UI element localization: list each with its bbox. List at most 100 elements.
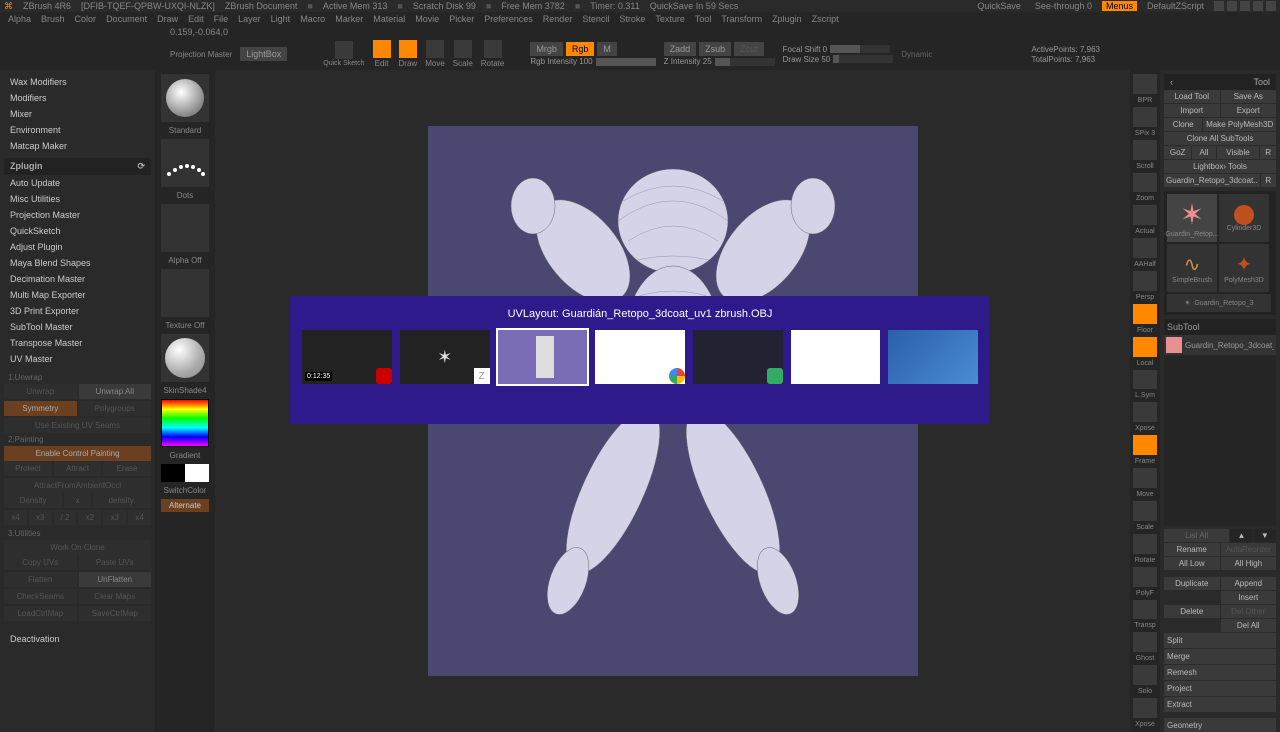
zplugin-item[interactable]: Misc Utilities (4, 191, 151, 207)
z-intensity-slider[interactable]: Z Intensity 25 (664, 57, 712, 66)
zplugin-header[interactable]: Zplugin⟳ (4, 158, 151, 175)
default-zscript[interactable]: DefaultZScript (1143, 1, 1208, 11)
menu-color[interactable]: Color (75, 14, 97, 24)
color-swatches[interactable] (161, 464, 209, 482)
insert-button[interactable]: Insert (1221, 591, 1277, 604)
zplugin-item[interactable]: Transpose Master (4, 335, 151, 351)
split-section[interactable]: Split (1164, 633, 1276, 648)
erase-button[interactable]: Erase (103, 461, 151, 476)
zplugin-item[interactable]: SubTool Master (4, 319, 151, 335)
viewport-aahalf[interactable] (1133, 238, 1157, 258)
save-ctrl-map-button[interactable]: SaveCtrlMap (79, 606, 152, 621)
gradient-label[interactable]: Gradient (170, 451, 201, 460)
viewport-polyf[interactable] (1133, 567, 1157, 587)
goz-button[interactable]: GoZ (1164, 146, 1191, 159)
viewport-xpose[interactable] (1133, 698, 1157, 718)
alpha-swatch[interactable] (161, 204, 209, 252)
alt-tab-thumb[interactable] (595, 330, 685, 384)
density-button[interactable]: Density (4, 493, 62, 508)
clone-button[interactable]: Clone (1164, 118, 1202, 131)
load-tool-button[interactable]: Load Tool (1164, 90, 1220, 103)
work-on-clone-button[interactable]: Work On Clone (4, 540, 151, 555)
clear-maps-button[interactable]: Clear Maps (79, 589, 152, 604)
plugin-item[interactable]: Environment (4, 122, 151, 138)
color-picker[interactable] (161, 399, 209, 447)
window-icon-2[interactable] (1227, 1, 1237, 11)
alt-tab-thumb[interactable] (888, 330, 978, 384)
alt-tab-thumb[interactable]: 0:12:35 (302, 330, 392, 384)
lightbox-button[interactable]: LightBox (240, 47, 287, 61)
goz-all-button[interactable]: All (1192, 146, 1215, 159)
remesh-section[interactable]: Remesh (1164, 665, 1276, 680)
menu-alpha[interactable]: Alpha (8, 14, 31, 24)
tool-r-button[interactable]: R (1261, 174, 1276, 187)
menu-render[interactable]: Render (543, 14, 573, 24)
goz-r-button[interactable]: R (1260, 146, 1276, 159)
stroke-swatch[interactable] (161, 139, 209, 187)
texture-swatch[interactable] (161, 269, 209, 317)
tool-item[interactable]: Cylinder3D (1219, 194, 1269, 242)
viewport-ghost[interactable] (1133, 632, 1157, 652)
close-icon[interactable] (1266, 1, 1276, 11)
zplugin-item[interactable]: Multi Map Exporter (4, 287, 151, 303)
subtool-item[interactable]: Guardin_Retopo_3dcoat_Flat (1164, 335, 1276, 355)
zplugin-item[interactable]: Projection Master (4, 207, 151, 223)
menu-preferences[interactable]: Preferences (484, 14, 533, 24)
tool-item[interactable]: ✶Guardin_Retopo_3 (1167, 294, 1271, 312)
menu-tool[interactable]: Tool (695, 14, 712, 24)
deactivation-item[interactable]: Deactivation (4, 631, 151, 647)
menu-texture[interactable]: Texture (655, 14, 685, 24)
density-div3[interactable]: x3 (29, 510, 52, 525)
density-x3[interactable]: x3 (103, 510, 126, 525)
viewport-bpr[interactable] (1133, 74, 1157, 94)
current-tool-name[interactable]: Guardin_Retopo_3dcoat.. (1164, 174, 1260, 187)
mrgb-button[interactable]: Mrgb (530, 42, 563, 56)
window-icon-1[interactable] (1214, 1, 1224, 11)
tool-item[interactable]: ✦PolyMesh3D (1219, 244, 1269, 292)
merge-section[interactable]: Merge (1164, 649, 1276, 664)
projection-master-button[interactable]: Projection Master (170, 50, 232, 59)
menu-edit[interactable]: Edit (188, 14, 204, 24)
autoreorder-button[interactable]: AutoReorder (1221, 543, 1277, 556)
seethrough-button[interactable]: See-through 0 (1031, 1, 1096, 11)
geometry-section[interactable]: Geometry (1164, 718, 1276, 732)
plugin-item[interactable]: Modifiers (4, 90, 151, 106)
density-x4[interactable]: x4 (128, 510, 151, 525)
viewport-zoom[interactable] (1133, 173, 1157, 193)
viewport-scale[interactable] (1133, 501, 1157, 521)
zsub-button[interactable]: Zsub (699, 42, 731, 56)
arrow-up-icon[interactable]: ▲ (1230, 529, 1252, 542)
viewport-persp[interactable] (1133, 271, 1157, 291)
all-low-button[interactable]: All Low (1164, 557, 1220, 570)
list-all-button[interactable]: List All (1164, 529, 1229, 542)
maximize-icon[interactable] (1253, 1, 1263, 11)
alt-tab-thumb[interactable]: ✶Z (400, 330, 490, 384)
del-other-button[interactable]: Del Other (1221, 605, 1277, 618)
unwrap-all-button[interactable]: Unwrap All (79, 384, 152, 399)
menu-document[interactable]: Document (106, 14, 147, 24)
menu-marker[interactable]: Marker (335, 14, 363, 24)
subtool-header[interactable]: SubTool (1164, 319, 1276, 335)
density-div4[interactable]: x4 (4, 510, 27, 525)
use-existing-seams-button[interactable]: Use Existing UV Seams (4, 418, 151, 433)
menu-file[interactable]: File (214, 14, 229, 24)
viewport-floor[interactable] (1133, 304, 1157, 324)
quicksketch-button[interactable]: Quick Sketch (323, 41, 364, 67)
tool-item[interactable]: ✶Guardin_Retop... (1167, 194, 1217, 242)
lightbox-tools-button[interactable]: Lightbox› Tools (1164, 160, 1276, 173)
protect-button[interactable]: Protect (4, 461, 52, 476)
switch-color-button[interactable]: SwitchColor (164, 486, 207, 495)
make-polymesh-button[interactable]: Make PolyMesh3D (1203, 118, 1276, 131)
clone-all-subtools-button[interactable]: Clone All SubTools (1164, 132, 1276, 145)
zcut-button[interactable]: Zcut (734, 42, 764, 56)
enable-control-painting-button[interactable]: Enable Control Painting (4, 446, 151, 461)
menus-toggle[interactable]: Menus (1102, 1, 1137, 11)
move-button[interactable]: Move (425, 40, 445, 68)
density-slider[interactable]: density. (93, 493, 151, 508)
scale-button[interactable]: Scale (453, 40, 473, 68)
density-x[interactable]: x (64, 493, 91, 508)
viewport-xpose[interactable] (1133, 402, 1157, 422)
import-button[interactable]: Import (1164, 104, 1220, 117)
zplugin-item[interactable]: UV Master (4, 351, 151, 367)
symmetry-button[interactable]: Symmetry (4, 401, 77, 416)
